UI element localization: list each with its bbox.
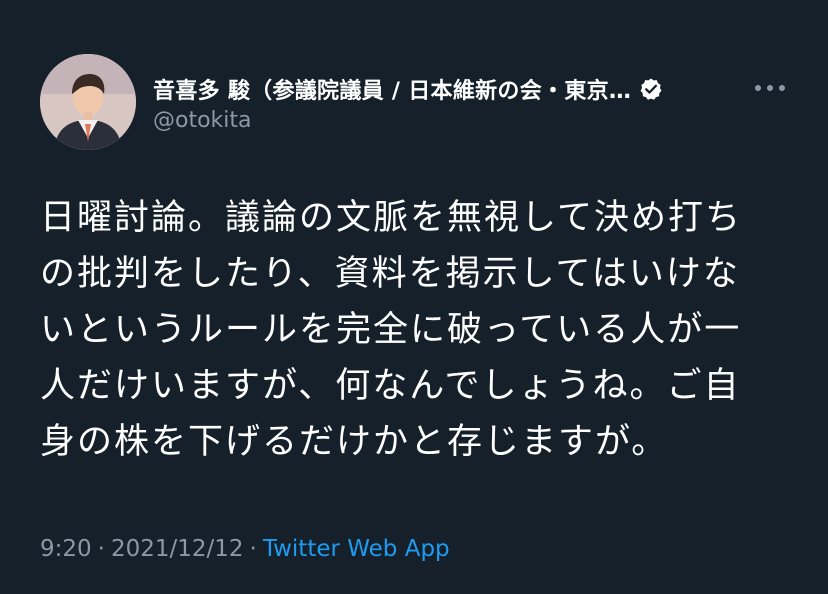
avatar-image — [40, 54, 136, 150]
tweet-metadata: 9:20 · 2021/12/12 · Twitter Web App — [40, 536, 450, 562]
tweet-text-line: 身の株を下げるだけかと存じますが。 — [40, 422, 669, 462]
tweet-date[interactable]: 2021/12/12 — [111, 536, 244, 562]
tweet-text-line: いというルールを完全に破っている人が一 — [40, 310, 742, 350]
tweet-text-line: 日曜討論。議論の文脈を無視して決め打ち — [40, 198, 742, 238]
meta-separator: · — [249, 536, 257, 562]
tweet-detail: 音喜多 駿（参議院議員 / 日本維新の会・東京… @otokita 日曜討論。議… — [0, 0, 828, 594]
tweet-time[interactable]: 9:20 — [40, 536, 92, 562]
author-handle[interactable]: @otokita — [153, 108, 252, 133]
tweet-text: 日曜討論。議論の文脈を無視して決め打ち の批判をしたり、資料を掲示してはいけな … — [40, 190, 800, 470]
author-name-row[interactable]: 音喜多 駿（参議院議員 / 日本維新の会・東京… — [153, 72, 753, 106]
author-avatar[interactable] — [40, 54, 136, 150]
meta-separator: · — [97, 536, 105, 562]
author-display-name[interactable]: 音喜多 駿（参議院議員 / 日本維新の会・東京… — [153, 73, 631, 105]
tweet-text-line: 人だけいますが、何なんでしょうね。ご自 — [40, 366, 741, 406]
verified-badge-icon — [640, 78, 662, 100]
tweet-source-link[interactable]: Twitter Web App — [263, 536, 450, 562]
more-options-icon[interactable] — [752, 78, 788, 98]
tweet-text-line: の批判をしたり、資料を掲示してはいけな — [40, 254, 740, 294]
